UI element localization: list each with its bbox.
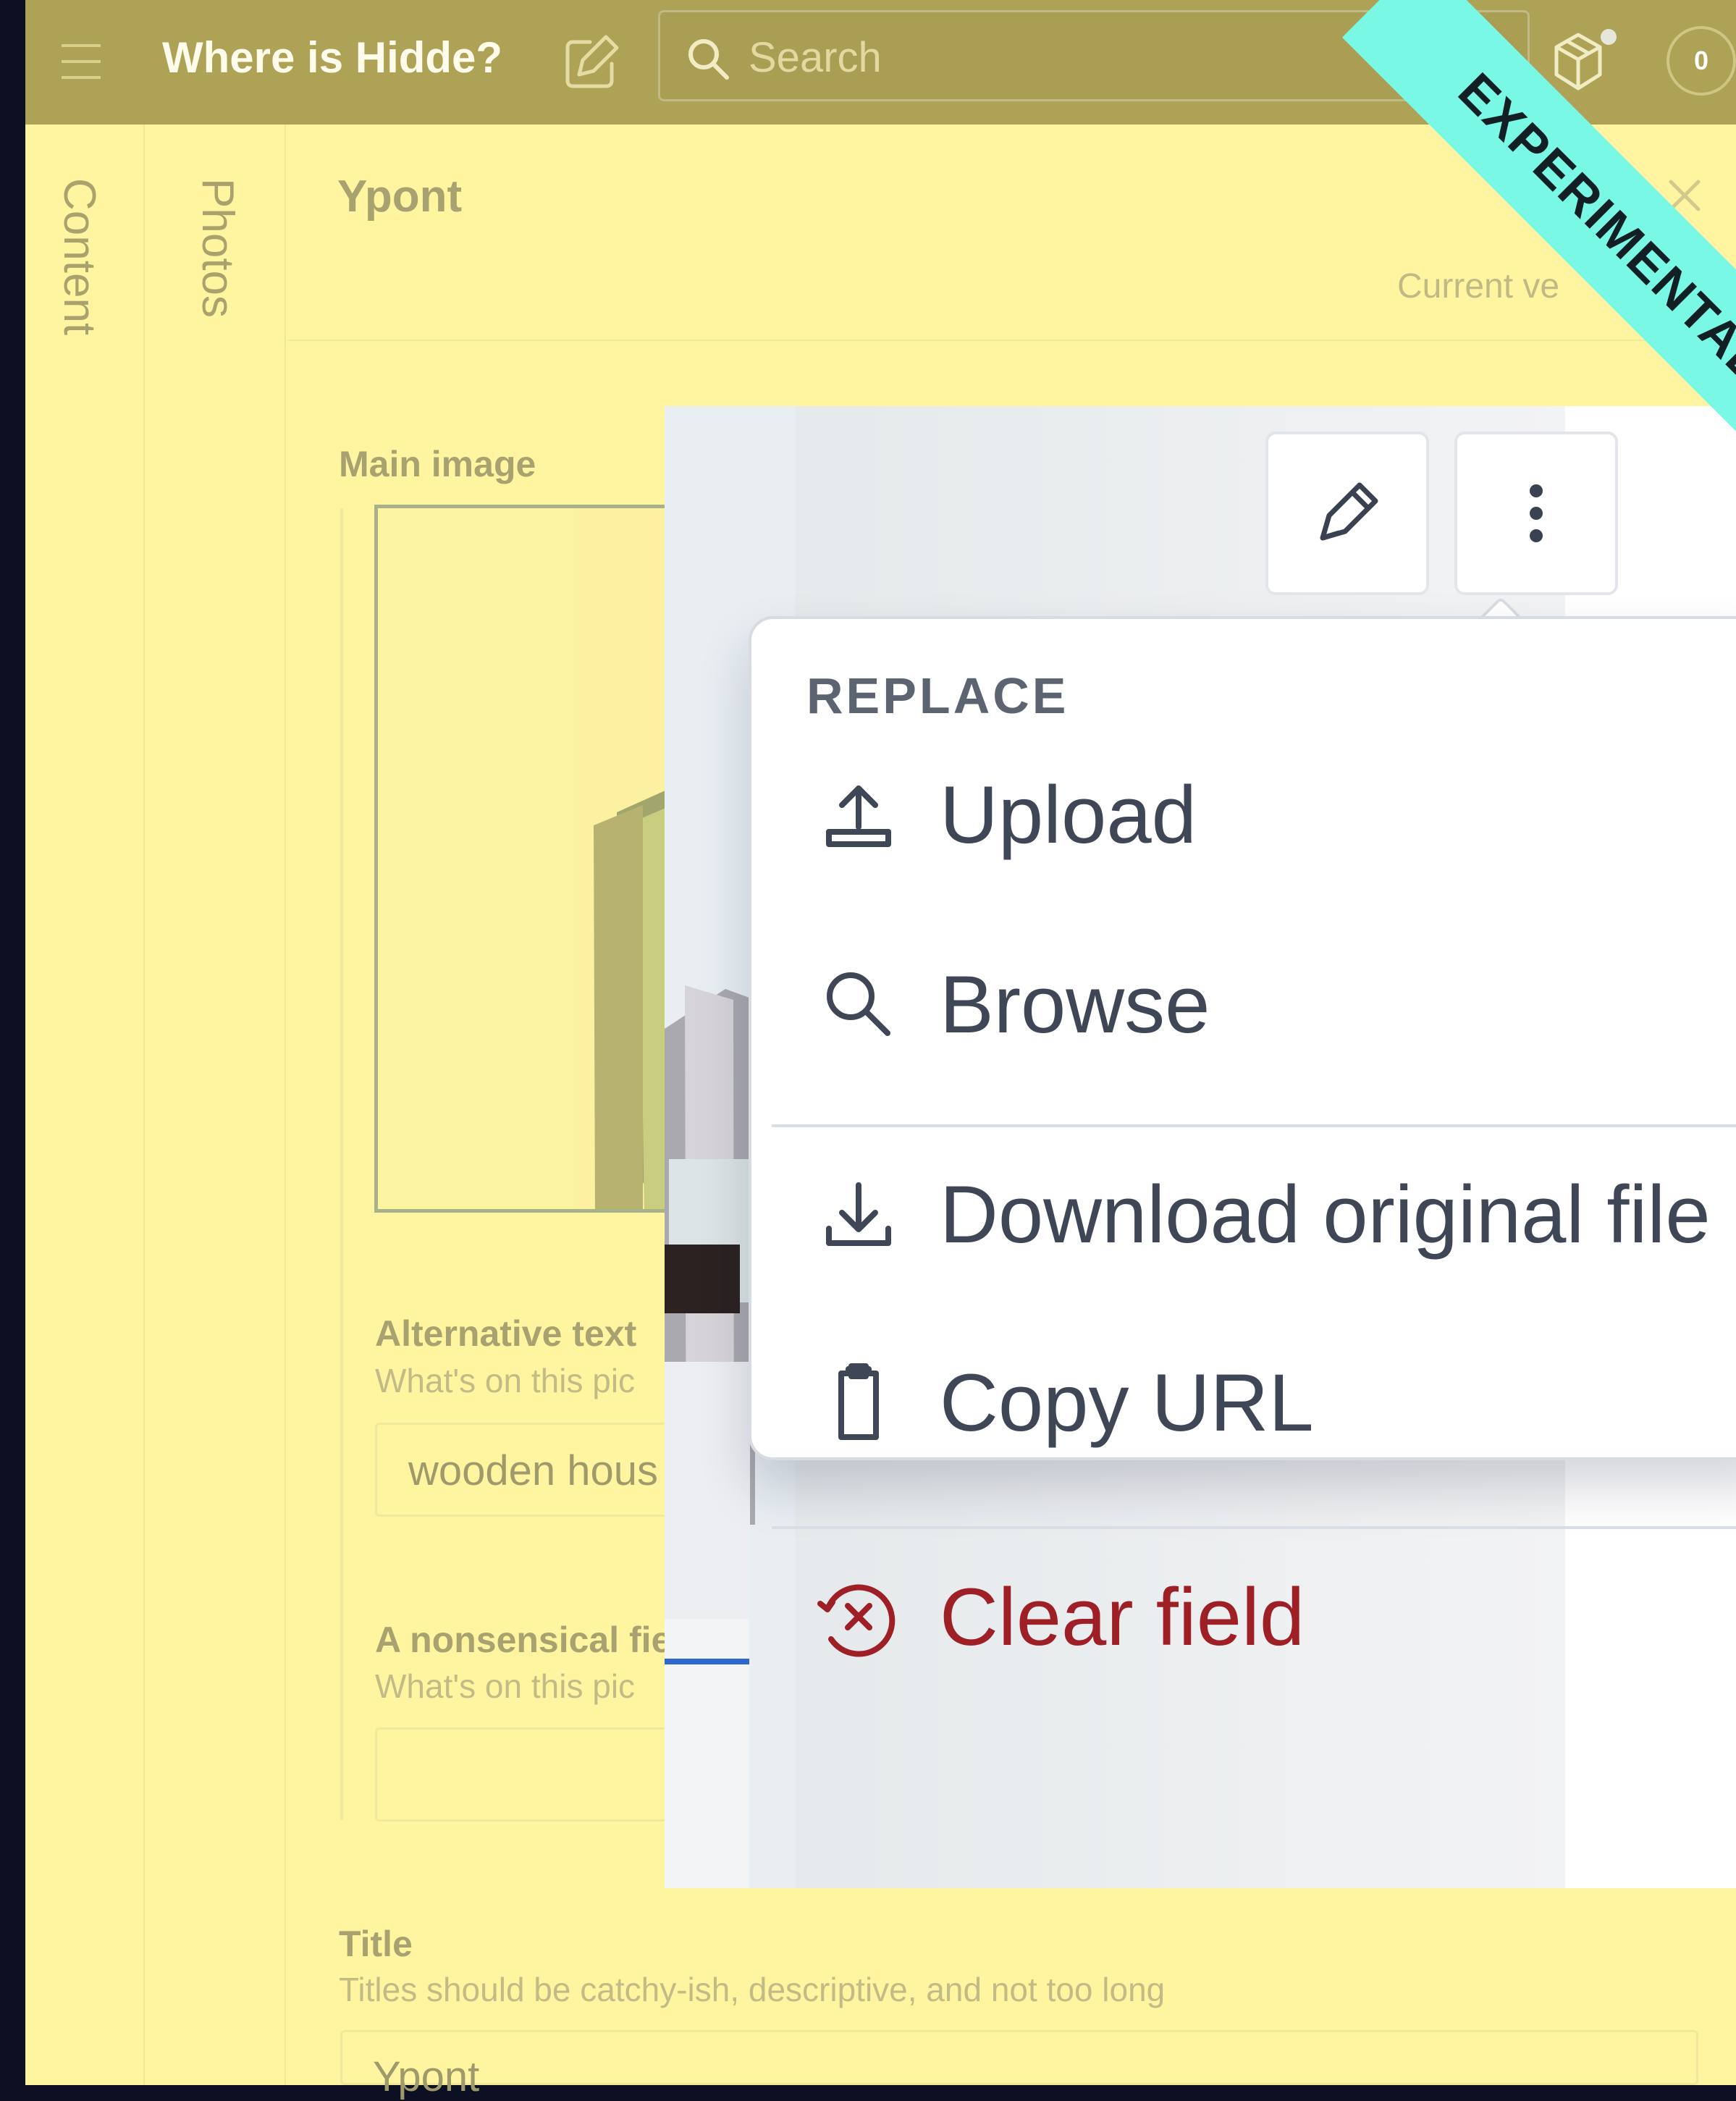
title-field-label: Title — [339, 1924, 413, 1964]
download-icon — [817, 1172, 901, 1256]
download-original-file-label: Download original file — [940, 1169, 1711, 1260]
header-divider — [287, 340, 1736, 341]
search-input[interactable] — [747, 30, 1399, 85]
download-original-file-menu-item[interactable]: Download original file — [817, 1138, 1711, 1290]
photos-pane-divider — [285, 125, 286, 2085]
upload-menu-item[interactable]: Upload — [817, 738, 1700, 890]
alternative-text-value[interactable]: wooden hous — [408, 1447, 658, 1495]
title-field-description: Titles should be catchy-ish, descriptive… — [339, 1971, 1166, 2008]
nonsensical-field-label: A nonsensical fie — [375, 1620, 672, 1660]
upload-label: Upload — [940, 769, 1197, 860]
nonsensical-field-description: What's on this pic — [375, 1667, 636, 1705]
current-version-label[interactable]: Current ve — [1397, 266, 1559, 306]
nonsensical-field-input[interactable] — [375, 1727, 686, 1822]
search-icon — [685, 35, 731, 82]
main-image-preview[interactable] — [374, 505, 678, 1213]
browse-menu-item[interactable]: Browse — [817, 928, 1700, 1080]
edit-image-button[interactable] — [1265, 431, 1429, 595]
clipboard-icon — [817, 1360, 901, 1444]
field-group-line — [340, 508, 343, 1820]
tab-content[interactable]: Content — [54, 178, 105, 335]
clear-field-label: Clear field — [940, 1571, 1305, 1662]
site-title[interactable]: Where is Hidde? — [162, 29, 502, 87]
main-image-label: Main image — [339, 444, 536, 484]
menu-divider — [772, 1526, 1736, 1529]
menu-section-heading: REPLACE — [806, 668, 1069, 724]
title-input-field[interactable] — [340, 2030, 1698, 2085]
top-navigation-bar: Where is Hidde? 0 — [25, 0, 1736, 125]
zoomed-image-menu: REPLACE Upload Browse Download original … — [665, 406, 1736, 1888]
upload-icon — [817, 772, 901, 856]
compose-icon[interactable] — [560, 29, 625, 94]
alternative-text-description: What's on this pic — [375, 1362, 636, 1399]
status-count-badge[interactable]: 0 — [1667, 26, 1736, 96]
copy-url-label: Copy URL — [940, 1357, 1314, 1448]
chevron-up-icon[interactable] — [1675, 258, 1706, 288]
search-icon — [817, 962, 901, 1046]
pencil-icon — [1304, 470, 1391, 557]
more-options-button[interactable] — [1454, 431, 1618, 595]
close-icon[interactable] — [1665, 176, 1704, 215]
menu-icon[interactable] — [57, 36, 109, 87]
content-pane-divider — [143, 125, 145, 2085]
clear-field-menu-item[interactable]: Clear field — [817, 1541, 1700, 1693]
document-title: Ypont — [337, 172, 463, 222]
clear-field-icon — [817, 1575, 901, 1659]
title-input-value[interactable]: Ypont — [373, 2052, 479, 2101]
tab-photos[interactable]: Photos — [192, 178, 243, 318]
search-box[interactable] — [658, 10, 1530, 101]
image-preview-slice — [573, 508, 675, 1209]
copy-url-menu-item[interactable]: Copy URL — [817, 1326, 1700, 1478]
kebab-menu-icon — [1493, 470, 1580, 557]
notification-dot — [1601, 29, 1617, 45]
browse-label: Browse — [940, 959, 1210, 1050]
alternative-text-label: Alternative text — [375, 1313, 637, 1354]
menu-divider — [772, 1124, 1736, 1127]
